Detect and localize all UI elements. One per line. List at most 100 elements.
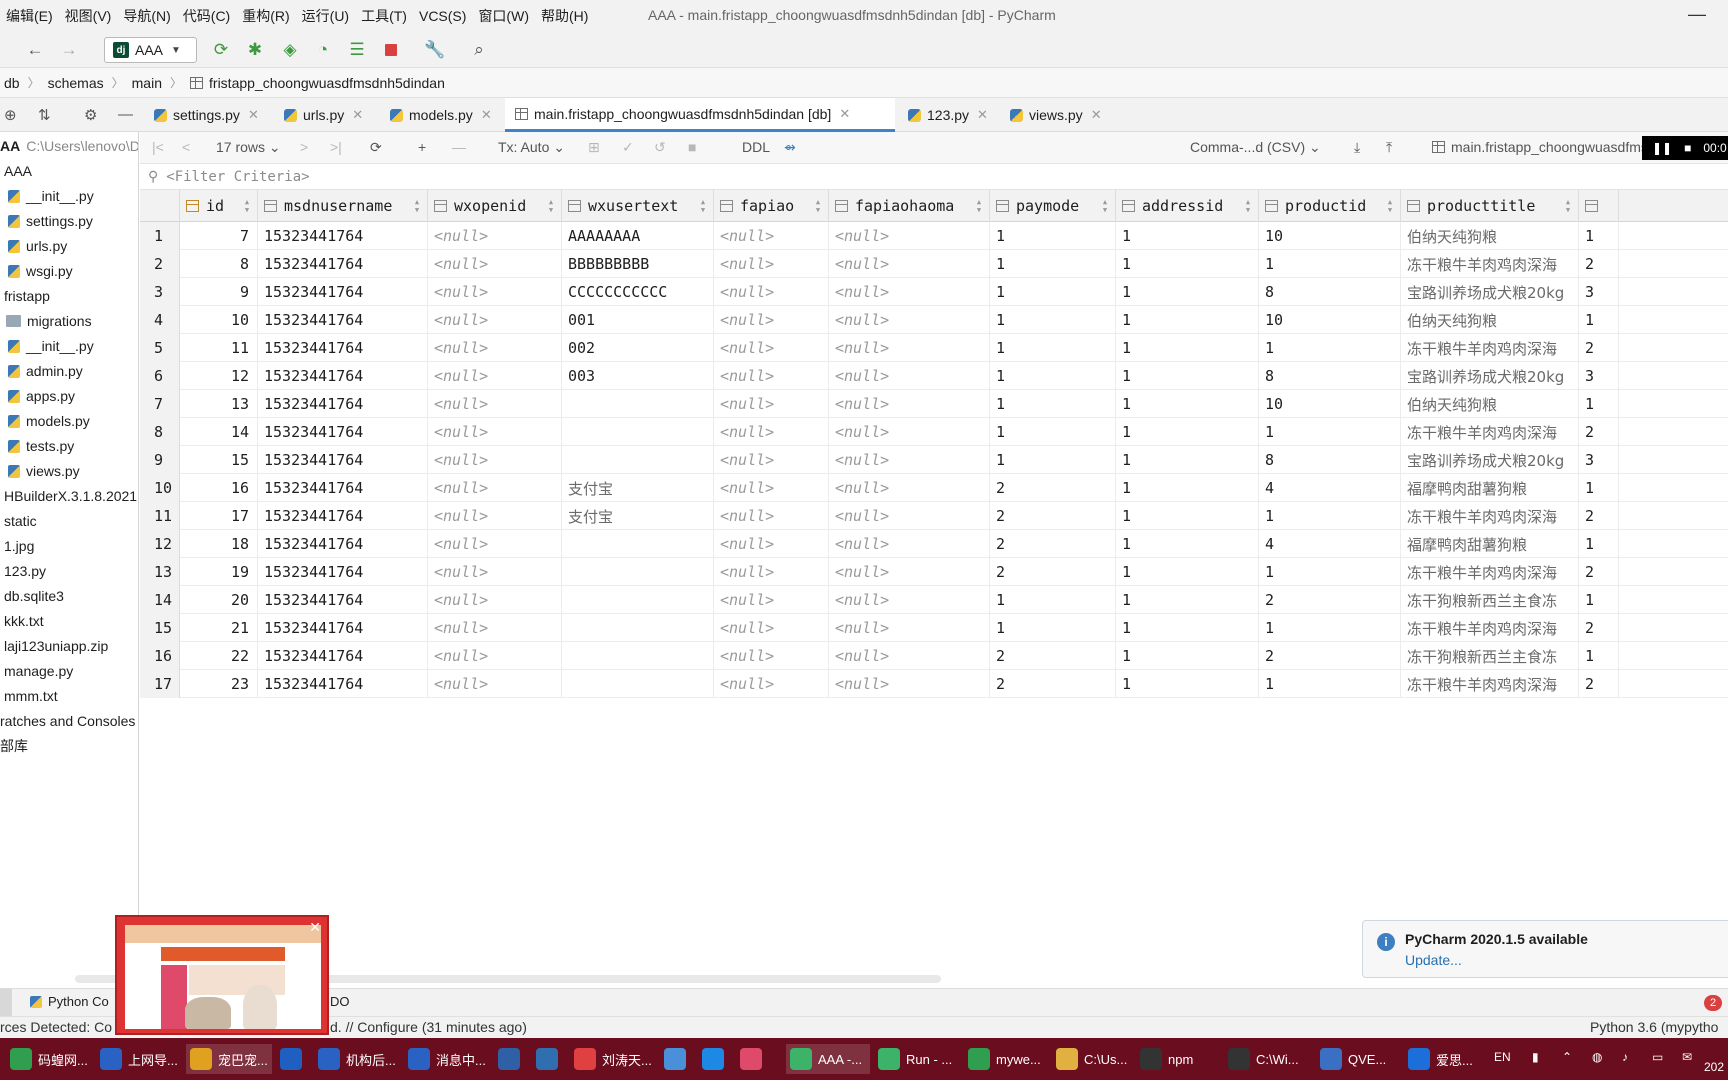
column-header-producttitle[interactable]: producttitle ▲▼: [1401, 190, 1579, 222]
taskbar-app[interactable]: 机构后...: [314, 1044, 400, 1074]
collapse-icon[interactable]: ⇅: [38, 106, 51, 124]
table-cell[interactable]: 伯纳天纯狗粮: [1401, 222, 1579, 250]
stop-icon[interactable]: ■: [1684, 141, 1691, 155]
table-cell[interactable]: 9: [180, 278, 258, 306]
table-cell[interactable]: <null>: [428, 558, 562, 586]
table-cell[interactable]: <null>: [829, 278, 990, 306]
upload-icon[interactable]: ⤒: [1386, 139, 1392, 156]
table-cell[interactable]: 8: [1259, 446, 1401, 474]
sort-icon[interactable]: ▲▼: [699, 198, 707, 214]
python-console-tab[interactable]: Python Co: [30, 994, 109, 1009]
table-row[interactable]: 12 18 15323441764 <null> <null> <null> 2 1 4 福摩鸭肉…: [140, 530, 1728, 558]
tree-item[interactable]: apps.py: [8, 384, 75, 408]
table-cell[interactable]: <null>: [428, 362, 562, 390]
table-cell[interactable]: <null>: [428, 614, 562, 642]
table-cell[interactable]: 2: [990, 642, 1116, 670]
table-cell[interactable]: 20: [180, 586, 258, 614]
close-icon[interactable]: ✕: [309, 919, 321, 936]
table-row[interactable]: 7 13 15323441764 <null> <null> <null> 1 1 10 伯纳天纯…: [140, 390, 1728, 418]
table-cell[interactable]: 15: [180, 446, 258, 474]
table-cell[interactable]: 15323441764: [258, 670, 428, 698]
table-cell[interactable]: 冻干狗粮新西兰主食冻: [1401, 586, 1579, 614]
close-icon[interactable]: ✕: [481, 107, 492, 123]
table-cell[interactable]: 19: [180, 558, 258, 586]
table-cell[interactable]: <null>: [829, 306, 990, 334]
table-cell[interactable]: 冻干粮牛羊肉鸡肉深海: [1401, 614, 1579, 642]
breadcrumb-main[interactable]: main: [132, 75, 162, 91]
table-cell[interactable]: 冻干粮牛羊肉鸡肉深海: [1401, 334, 1579, 362]
table-cell[interactable]: 2: [1259, 586, 1401, 614]
table-cell[interactable]: 1: [1116, 222, 1259, 250]
table-cell[interactable]: 1: [990, 586, 1116, 614]
taskbar-app[interactable]: 码蝗网...: [6, 1044, 92, 1074]
network-icon[interactable]: ◍: [1592, 1050, 1602, 1064]
table-cell[interactable]: <null>: [829, 362, 990, 390]
taskbar-app[interactable]: AAA -...: [786, 1044, 870, 1074]
table-cell[interactable]: 伯纳天纯狗粮: [1401, 306, 1579, 334]
table-cell[interactable]: 3: [1579, 278, 1619, 306]
table-row[interactable]: 5 11 15323441764 <null> 002 <null> <null> 1 1 1 冻干…: [140, 334, 1728, 362]
tab-settings[interactable]: settings.py ✕: [144, 98, 269, 132]
tree-item[interactable]: 123.py: [4, 559, 46, 583]
table-cell[interactable]: <null>: [714, 418, 829, 446]
table-cell[interactable]: 宝路训养场成犬粮20kg: [1401, 446, 1579, 474]
table-cell[interactable]: 002: [562, 334, 714, 362]
taskbar-app[interactable]: 宠巴宠...: [186, 1044, 272, 1074]
table-cell[interactable]: 1: [990, 306, 1116, 334]
table-cell[interactable]: <null>: [428, 446, 562, 474]
column-header-productid[interactable]: productid ▲▼: [1259, 190, 1401, 222]
menu-help[interactable]: 帮助(H): [535, 6, 594, 26]
table-cell[interactable]: <null>: [428, 334, 562, 362]
table-cell[interactable]: 4: [1259, 474, 1401, 502]
export-format-selector[interactable]: Comma-...d (CSV) ⌄: [1190, 139, 1321, 156]
tree-item[interactable]: mmm.txt: [4, 684, 58, 708]
table-cell[interactable]: 15323441764: [258, 558, 428, 586]
table-cell[interactable]: <null>: [428, 278, 562, 306]
tree-item[interactable]: kkk.txt: [4, 609, 44, 633]
table-cell[interactable]: 2: [1579, 670, 1619, 698]
table-cell[interactable]: [562, 670, 714, 698]
table-cell[interactable]: 8: [180, 250, 258, 278]
table-cell[interactable]: 2: [990, 530, 1116, 558]
add-row-icon[interactable]: +: [418, 139, 426, 155]
table-cell[interactable]: 宝路训养场成犬粮20kg: [1401, 362, 1579, 390]
table-cell[interactable]: 10: [180, 306, 258, 334]
menu-vcs[interactable]: VCS(S): [413, 8, 472, 24]
table-cell[interactable]: 2: [1579, 558, 1619, 586]
debug-icon[interactable]: ✱: [244, 39, 266, 61]
table-cell[interactable]: 1: [990, 418, 1116, 446]
table-cell[interactable]: <null>: [428, 586, 562, 614]
table-cell[interactable]: 2: [990, 670, 1116, 698]
table-cell[interactable]: 15323441764: [258, 222, 428, 250]
tree-item[interactable]: db.sqlite3: [4, 584, 64, 608]
row-number[interactable]: 10: [140, 474, 180, 502]
table-cell[interactable]: 8: [1259, 362, 1401, 390]
table-cell[interactable]: 15323441764: [258, 362, 428, 390]
tree-item[interactable]: urls.py: [8, 234, 67, 258]
row-number[interactable]: 14: [140, 586, 180, 614]
table-cell[interactable]: 001: [562, 306, 714, 334]
table-cell[interactable]: 12: [180, 362, 258, 390]
close-icon[interactable]: ✕: [839, 106, 850, 122]
table-cell[interactable]: 1: [1259, 670, 1401, 698]
table-cell[interactable]: 冻干粮牛羊肉鸡肉深海: [1401, 558, 1579, 586]
table-cell[interactable]: <null>: [428, 390, 562, 418]
tab-views[interactable]: views.py ✕: [1000, 98, 1112, 132]
prev-page-icon[interactable]: <: [182, 139, 190, 155]
tree-item[interactable]: __init__.py: [8, 184, 94, 208]
input-language-indicator[interactable]: EN: [1494, 1050, 1511, 1064]
table-cell[interactable]: 冻干粮牛羊肉鸡肉深海: [1401, 418, 1579, 446]
stop-icon[interactable]: [380, 39, 402, 61]
table-cell[interactable]: 伯纳天纯狗粮: [1401, 390, 1579, 418]
tool-window-toggle[interactable]: [0, 989, 12, 1017]
tree-item[interactable]: static: [4, 509, 37, 533]
tab-table-view[interactable]: main.fristapp_choongwuasdfmsdnh5dindan […: [505, 98, 895, 132]
table-cell[interactable]: 支付宝: [562, 502, 714, 530]
first-page-icon[interactable]: |<: [152, 139, 164, 155]
table-cell[interactable]: 15323441764: [258, 306, 428, 334]
tree-item[interactable]: models.py: [8, 409, 90, 433]
table-cell[interactable]: 1: [1116, 446, 1259, 474]
table-cell[interactable]: 冻干狗粮新西兰主食冻: [1401, 642, 1579, 670]
table-cell[interactable]: 1: [1579, 530, 1619, 558]
taskbar-app[interactable]: QVE...: [1316, 1044, 1400, 1074]
